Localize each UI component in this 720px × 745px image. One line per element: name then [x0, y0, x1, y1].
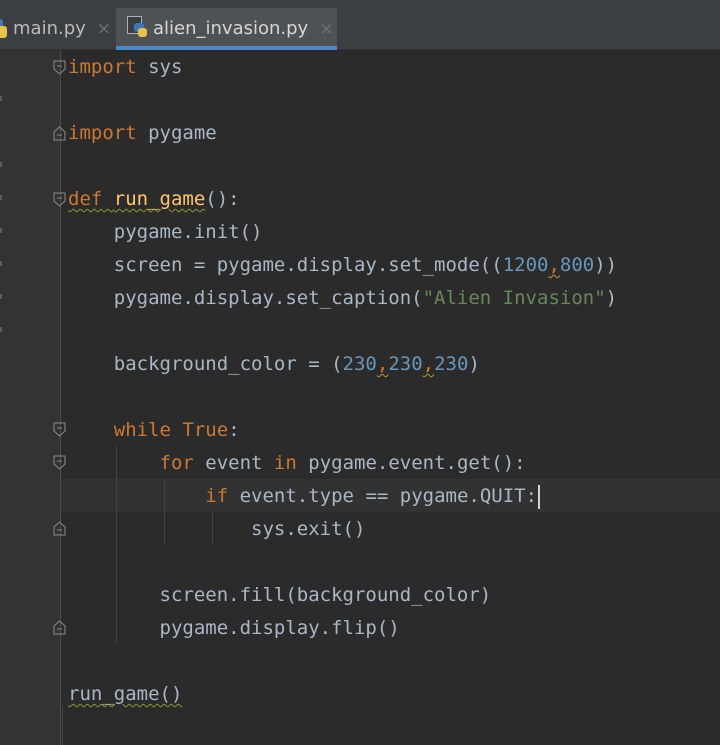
code-text: pygame.display.flip()	[68, 617, 400, 639]
python-file-icon	[127, 16, 147, 38]
comma: ,	[548, 254, 560, 276]
keyword: True	[182, 419, 229, 441]
close-icon[interactable]: ×	[97, 19, 111, 39]
code-line: run_game()	[68, 678, 182, 711]
gutter-separator	[60, 50, 61, 745]
python-file-icon	[0, 19, 7, 38]
gutter-mark	[0, 294, 6, 299]
indent-guide	[62, 706, 63, 745]
keyword: import	[68, 122, 137, 144]
window-top-strip	[0, 0, 720, 8]
gutter-mark	[0, 327, 6, 332]
code-text: pygame	[136, 122, 217, 144]
code-text: sys.exit()	[68, 518, 366, 540]
code-line: background_color = (230,230,230)	[68, 348, 480, 381]
keyword: while	[113, 419, 171, 441]
code-text: screen = pygame.display.set_mode((	[68, 254, 503, 276]
code-text: sys	[136, 56, 183, 78]
code-line: pygame.display.set_caption("Alien Invasi…	[68, 282, 617, 315]
code-text: run_game()	[68, 683, 183, 705]
code-text: ))	[594, 254, 618, 276]
fold-open-icon[interactable]	[53, 60, 66, 75]
number-literal: 230	[388, 353, 423, 375]
gutter-mark	[0, 162, 6, 167]
fold-open-icon[interactable]	[53, 192, 66, 207]
close-icon[interactable]: ×	[319, 19, 333, 39]
tab-label: main.py	[13, 18, 86, 39]
code-line: for event in pygame.event.get():	[68, 447, 526, 480]
comma: ,	[376, 353, 389, 375]
keyword: def	[68, 188, 103, 210]
tab-label: alien_invasion.py	[153, 18, 309, 39]
code-line-current: if event.type == pygame.QUIT:	[68, 480, 541, 513]
code-line: screen.fill(background_color)	[68, 579, 492, 612]
gutter-mark	[0, 195, 6, 200]
code-text: event.type == pygame.QUIT:	[228, 485, 538, 507]
code-line: import sys	[68, 51, 182, 84]
fold-open-icon[interactable]	[53, 422, 66, 437]
active-tab-indicator	[116, 46, 337, 50]
keyword: if	[205, 485, 229, 507]
editor-gutter[interactable]	[0, 50, 60, 745]
editor-tab-bar: main.py × alien_invasion.py ×	[0, 8, 720, 50]
number-literal: 1200	[502, 254, 549, 276]
number-literal: 230	[342, 353, 377, 375]
comma: ,	[422, 353, 435, 375]
code-text: pygame.init()	[68, 221, 263, 243]
tab-main-py[interactable]: main.py ×	[0, 8, 115, 49]
number-literal: 230	[434, 353, 469, 375]
text-caret	[538, 484, 541, 509]
code-text: ():	[205, 188, 240, 210]
code-line: pygame.display.flip()	[68, 612, 400, 645]
gutter-mark	[0, 228, 6, 233]
code-line: def run_game():	[68, 183, 240, 216]
code-line: screen = pygame.display.set_mode((1200,8…	[68, 249, 617, 282]
gutter-mark	[0, 261, 6, 266]
code-text: )	[468, 353, 480, 375]
code-line: sys.exit()	[68, 513, 365, 546]
keyword: import	[68, 56, 137, 78]
tab-alien-invasion-py[interactable]: alien_invasion.py ×	[116, 8, 337, 50]
function-name: run_game	[113, 188, 206, 210]
string-literal: "Alien Invasion"	[422, 287, 606, 309]
code-text: pygame.event.get():	[296, 452, 526, 474]
code-text: )	[605, 287, 618, 309]
fold-open-icon[interactable]	[53, 455, 66, 470]
fold-end-icon[interactable]	[53, 521, 66, 536]
keyword: in	[273, 452, 297, 474]
code-text: background_color = (	[68, 353, 343, 375]
code-text: pygame.display.set_caption(	[68, 287, 423, 309]
code-line: while True:	[68, 414, 240, 447]
code-text: event	[193, 452, 274, 474]
fold-open-icon[interactable]	[53, 126, 66, 141]
keyword: for	[159, 452, 194, 474]
gutter-mark	[0, 96, 6, 101]
code-line: import pygame	[68, 117, 217, 150]
code-text: :	[228, 419, 240, 441]
code-text: screen.fill(background_color)	[68, 584, 492, 606]
number-literal: 800	[559, 254, 595, 276]
fold-end-icon[interactable]	[53, 620, 66, 635]
code-line: pygame.init()	[68, 216, 263, 249]
